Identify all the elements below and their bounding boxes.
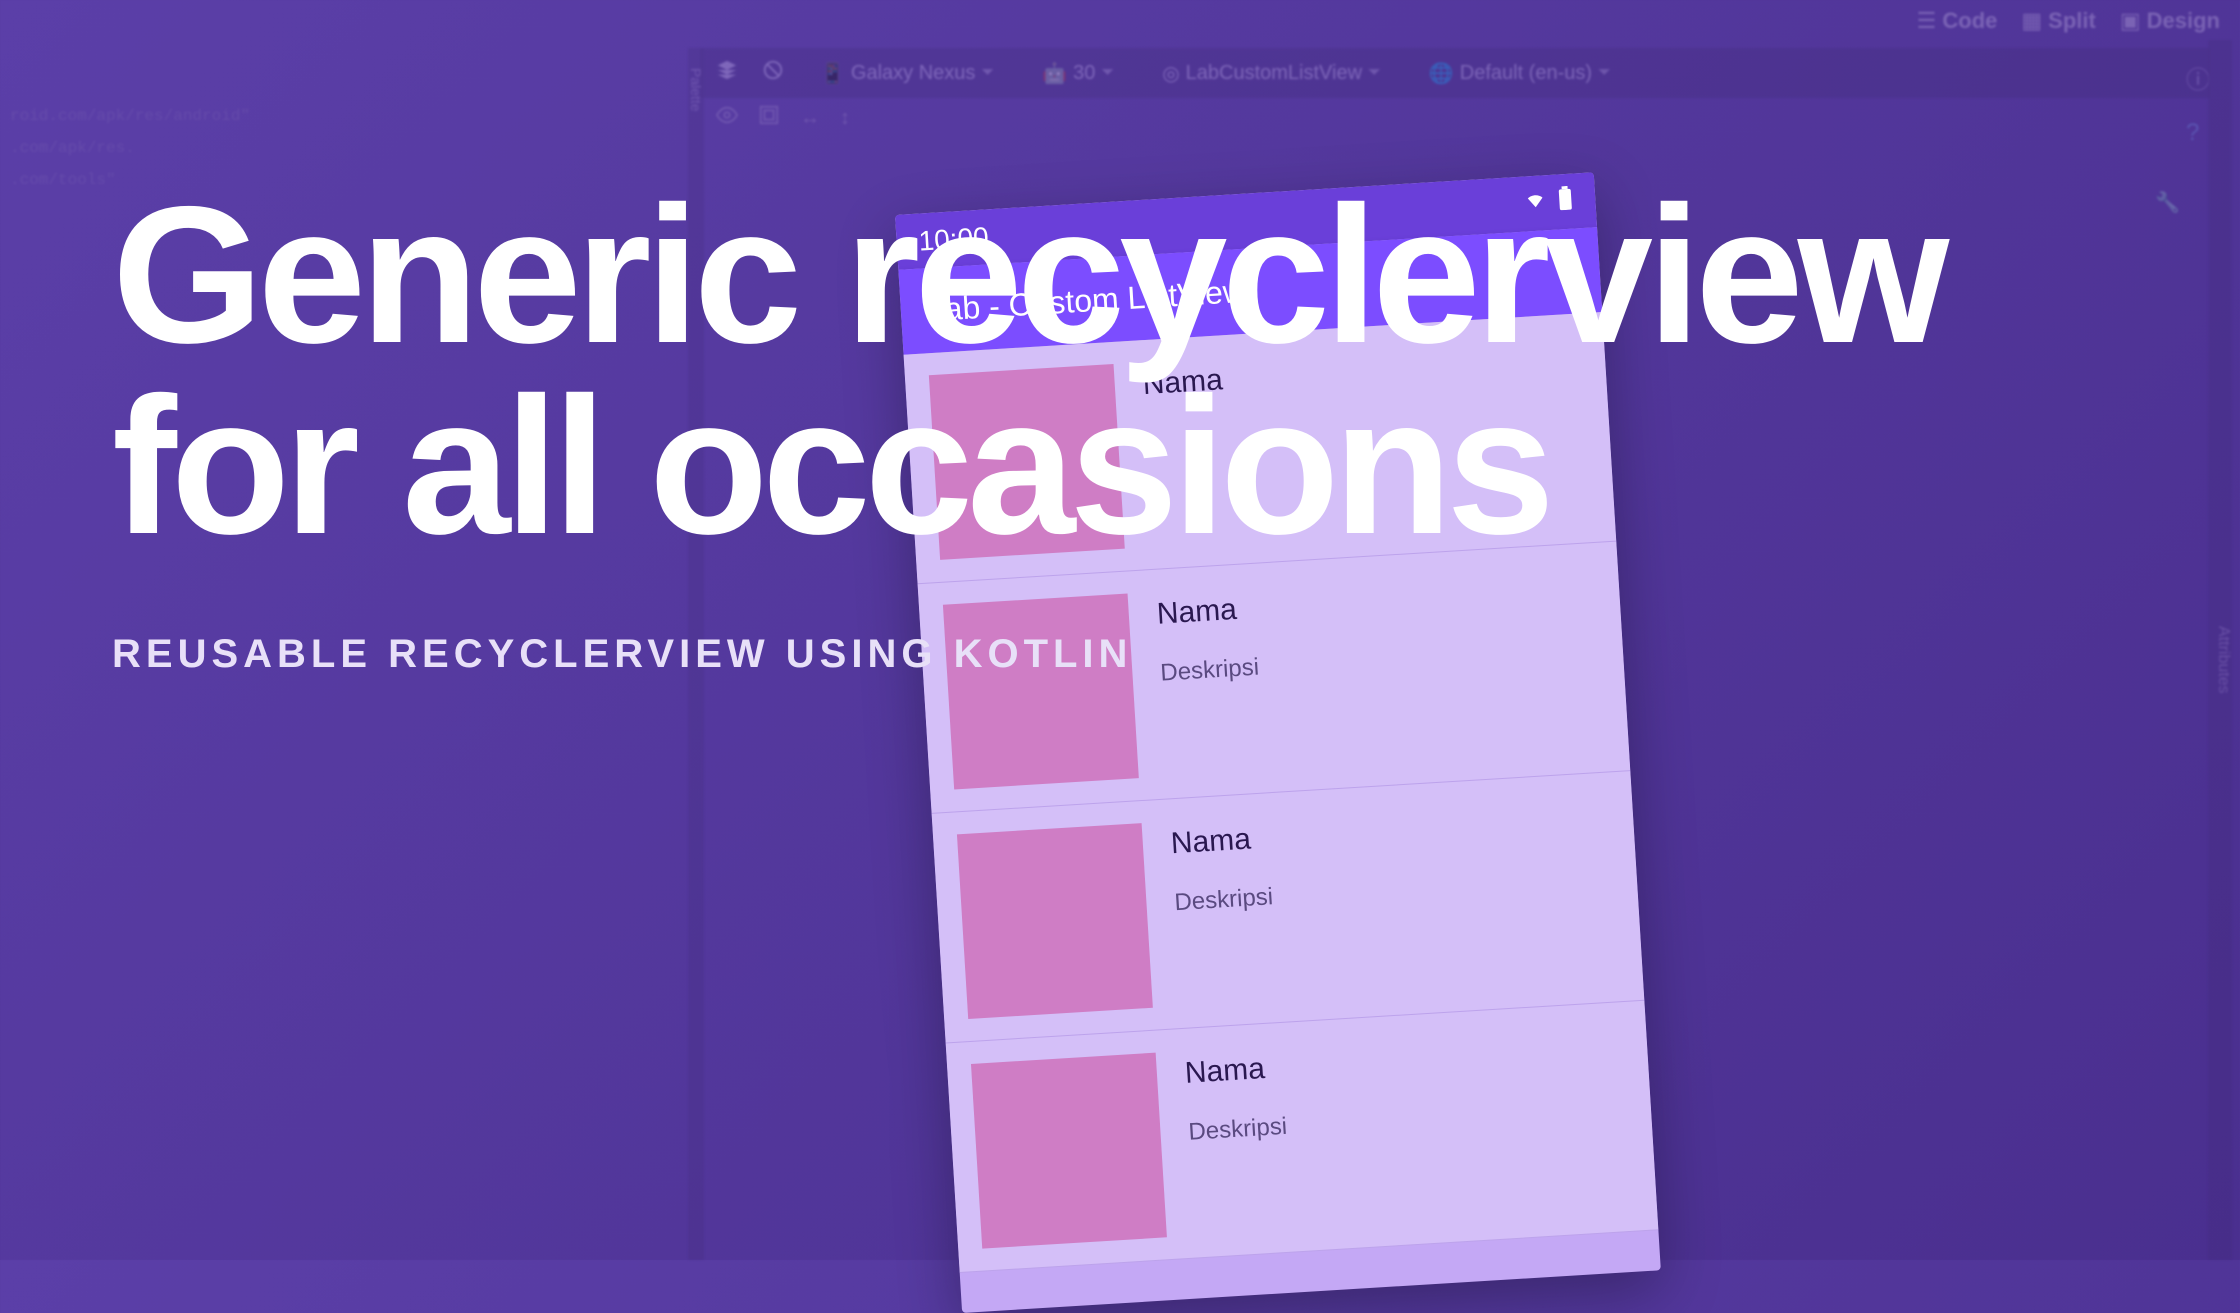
tab-split[interactable]: ▦ Split [2021, 8, 2095, 34]
tab-code[interactable]: ☰ Code [1917, 8, 1998, 34]
toolbar-right-icons: ⓘ ? [2186, 60, 2210, 147]
list-item[interactable]: Nama Deskripsi [946, 1001, 1659, 1273]
item-name: Nama [1170, 821, 1271, 861]
warnings-icon[interactable]: ⓘ [2186, 60, 2210, 95]
hero-title: Generic recyclerview for all occasions [112, 180, 2012, 562]
zoom-icon[interactable]: ↕ [840, 107, 850, 130]
app-selector[interactable]: ◎ LabCustomListView [1150, 57, 1393, 90]
hero-text: Generic recyclerview for all occasions R… [112, 180, 2012, 677]
api-selector[interactable]: 🤖 30 [1030, 57, 1126, 90]
design-toolbar-2: ↔ ↕ [700, 98, 2210, 138]
device-selector[interactable]: 📱 Galaxy Nexus [808, 57, 1006, 90]
item-thumbnail [957, 823, 1153, 1019]
item-thumbnail [971, 1053, 1167, 1249]
item-desc: Deskripsi [1188, 1113, 1288, 1147]
orientation-icon[interactable] [762, 59, 784, 87]
layers-icon[interactable] [716, 59, 738, 87]
tab-design[interactable]: ▣ Design [2120, 8, 2220, 34]
pan-icon[interactable]: ↔ [800, 107, 820, 130]
ide-view-tabs: ☰ Code ▦ Split ▣ Design [1917, 8, 2220, 34]
item-desc: Deskripsi [1174, 883, 1274, 917]
help-icon[interactable]: ? [2186, 119, 2210, 147]
wrench-icon[interactable]: 🔧 [2155, 190, 2180, 215]
eye-icon[interactable] [716, 104, 738, 132]
design-toolbar: 📱 Galaxy Nexus 🤖 30 ◎ LabCustomListView … [700, 48, 2210, 98]
hero-subtitle: Reusable Recyclerview using Kotlin [112, 632, 2012, 677]
item-name: Nama [1184, 1051, 1285, 1091]
list-item[interactable]: Nama Deskripsi [932, 771, 1645, 1043]
locale-selector[interactable]: 🌐 Default (en-us) [1417, 57, 1623, 90]
right-rail-attributes[interactable]: Attributes [2208, 40, 2232, 1260]
blueprint-icon[interactable] [758, 104, 780, 132]
